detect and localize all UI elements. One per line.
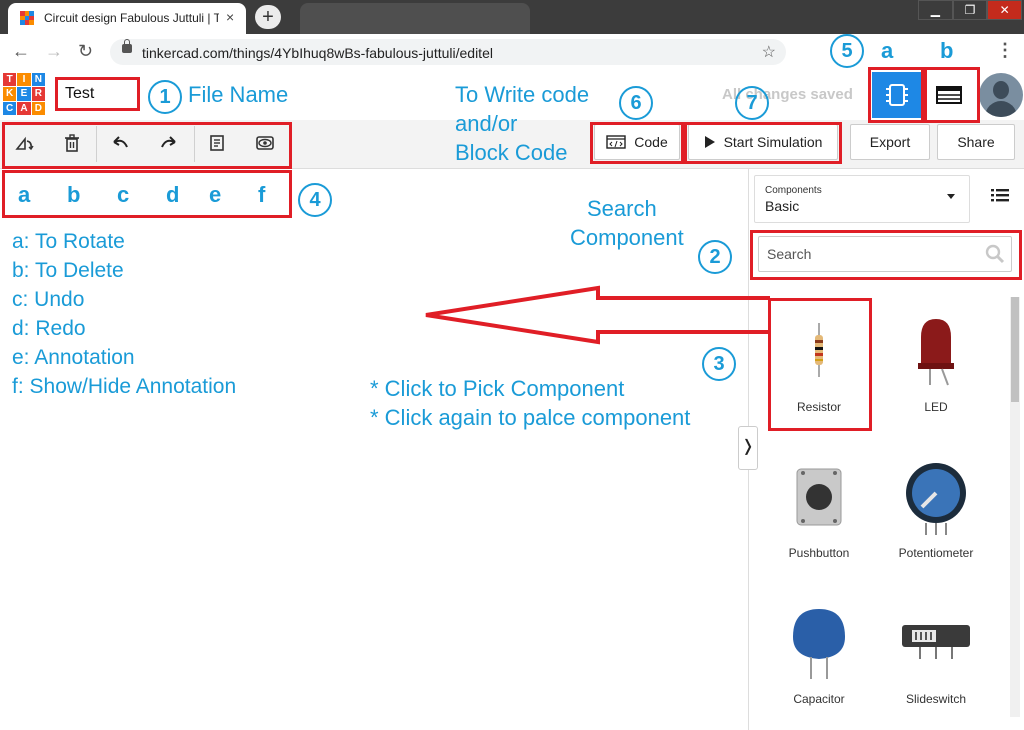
marker-5: 5 <box>830 34 864 68</box>
legend-line: c: Undo <box>12 288 85 311</box>
component-label: Potentiometer <box>898 546 974 560</box>
lock-icon <box>122 39 132 53</box>
legend-line: f: Show/Hide Annotation <box>12 375 237 398</box>
marker-6: 6 <box>619 86 653 120</box>
export-button[interactable]: Export <box>850 124 930 160</box>
tinkercad-logo[interactable]: T I N K E R C A D <box>3 73 45 115</box>
list-view-highlight <box>924 67 980 123</box>
view-letter-a: a <box>881 38 894 63</box>
component-pushbutton[interactable]: Pushbutton <box>764 446 874 576</box>
marker-3: 3 <box>702 347 736 381</box>
led-image <box>918 319 954 386</box>
browser-menu-icon[interactable]: ⋮ <box>996 40 1014 61</box>
file-name-caption: File Name <box>188 82 289 107</box>
component-label: LED <box>924 400 948 414</box>
tool-letter: d <box>166 182 180 207</box>
tab-title: Circuit design Fabulous Juttuli | T <box>44 11 219 25</box>
slideswitch-image <box>902 625 970 659</box>
file-name-highlight <box>55 77 140 111</box>
legend-line: d: Redo <box>12 317 86 340</box>
logo-letter: D <box>31 101 45 115</box>
logo-letter: A <box>17 101 31 115</box>
logo-letter: I <box>17 73 31 87</box>
component-led[interactable]: LED <box>881 300 991 430</box>
browser-toolbar: ← → ↻ tinkercad.com/things/4YbIhuq8wBs-f… <box>0 34 1024 71</box>
arrow-annotation <box>425 285 770 345</box>
logo-letter: E <box>17 87 31 101</box>
maximize-button[interactable]: ❐ <box>952 0 988 20</box>
bookmark-star-icon[interactable]: ☆ <box>762 42 776 62</box>
panel-scrollbar-thumb[interactable] <box>1011 297 1019 402</box>
background-tab[interactable] <box>300 3 530 34</box>
forward-arrow-icon[interactable]: → <box>45 41 63 62</box>
tool-letter: f <box>258 182 266 207</box>
reload-icon[interactable]: ↻ <box>78 41 93 62</box>
search-highlight <box>750 230 1022 280</box>
pick-caption-line1: * Click to Pick Component <box>370 376 625 401</box>
capacitor-image <box>793 609 845 679</box>
window-controls: ▁ ❐ ✕ <box>918 0 1023 20</box>
components-select-label: Components <box>765 185 822 196</box>
close-window-button[interactable]: ✕ <box>987 0 1023 20</box>
component-label: Capacitor <box>793 692 845 706</box>
component-potentiometer[interactable]: Potentiometer <box>881 446 991 576</box>
logo-letter: R <box>31 87 45 101</box>
legend-line: b: To Delete <box>12 259 124 282</box>
tool-letter: b <box>67 182 81 207</box>
marker-7: 7 <box>735 86 769 120</box>
component-label: Pushbutton <box>788 546 850 560</box>
user-avatar[interactable] <box>979 73 1023 117</box>
caret-down-icon <box>947 194 955 199</box>
simulation-highlight <box>684 122 842 164</box>
logo-letter: K <box>3 87 17 101</box>
code-caption-line2: and/or <box>455 111 518 136</box>
logo-letter: T <box>3 73 17 87</box>
logo-letter: N <box>31 73 45 87</box>
tinkercad-favicon <box>20 11 34 25</box>
tool-letter: c <box>117 182 130 207</box>
marker-2: 2 <box>698 240 732 274</box>
address-bar[interactable]: tinkercad.com/things/4YbIhuq8wBs-fabulou… <box>110 39 786 65</box>
tool-letter: e <box>209 182 222 207</box>
share-button[interactable]: Share <box>937 124 1015 160</box>
legend-line: e: Annotation <box>12 346 135 369</box>
code-caption-line1: To Write code <box>455 82 590 107</box>
code-caption-line3: Block Code <box>455 140 568 165</box>
tool-letters-highlight <box>2 170 292 218</box>
view-letter-b: b <box>940 38 954 63</box>
search-caption-line1: Search <box>587 196 657 221</box>
circuit-view-highlight <box>868 67 924 123</box>
marker-4: 4 <box>298 183 332 217</box>
url-text[interactable]: tinkercad.com/things/4YbIhuq8wBs-fabulou… <box>142 45 493 61</box>
tab-close-icon[interactable]: × <box>226 9 234 25</box>
resistor-highlight <box>768 298 872 431</box>
pushbutton-image <box>796 468 842 526</box>
new-tab-button[interactable]: + <box>255 5 281 29</box>
list-view-toggle[interactable] <box>988 183 1012 207</box>
code-highlight <box>590 122 684 164</box>
collapse-panel-button[interactable]: ❭ <box>738 426 758 470</box>
pick-caption-line2: * Click again to palce component <box>370 405 691 430</box>
browser-tab[interactable]: Circuit design Fabulous Juttuli | T × <box>8 3 246 34</box>
tool-letter: a <box>18 182 31 207</box>
tools-highlight <box>2 122 292 169</box>
component-label: Slideswitch <box>905 692 967 706</box>
legend-line: a: To Rotate <box>12 230 125 253</box>
marker-1: 1 <box>148 80 182 114</box>
component-capacitor[interactable]: Capacitor <box>764 592 874 722</box>
components-select-value: Basic <box>765 198 800 214</box>
back-arrow-icon[interactable]: ← <box>12 41 30 62</box>
list-icon <box>991 189 1009 202</box>
search-caption-line2: Component <box>570 225 684 250</box>
components-category-select[interactable]: Components Basic <box>754 175 970 223</box>
potentiometer-image <box>906 463 966 535</box>
minimize-button[interactable]: ▁ <box>918 0 953 20</box>
component-slideswitch[interactable]: Slideswitch <box>881 592 991 722</box>
logo-letter: C <box>3 101 17 115</box>
